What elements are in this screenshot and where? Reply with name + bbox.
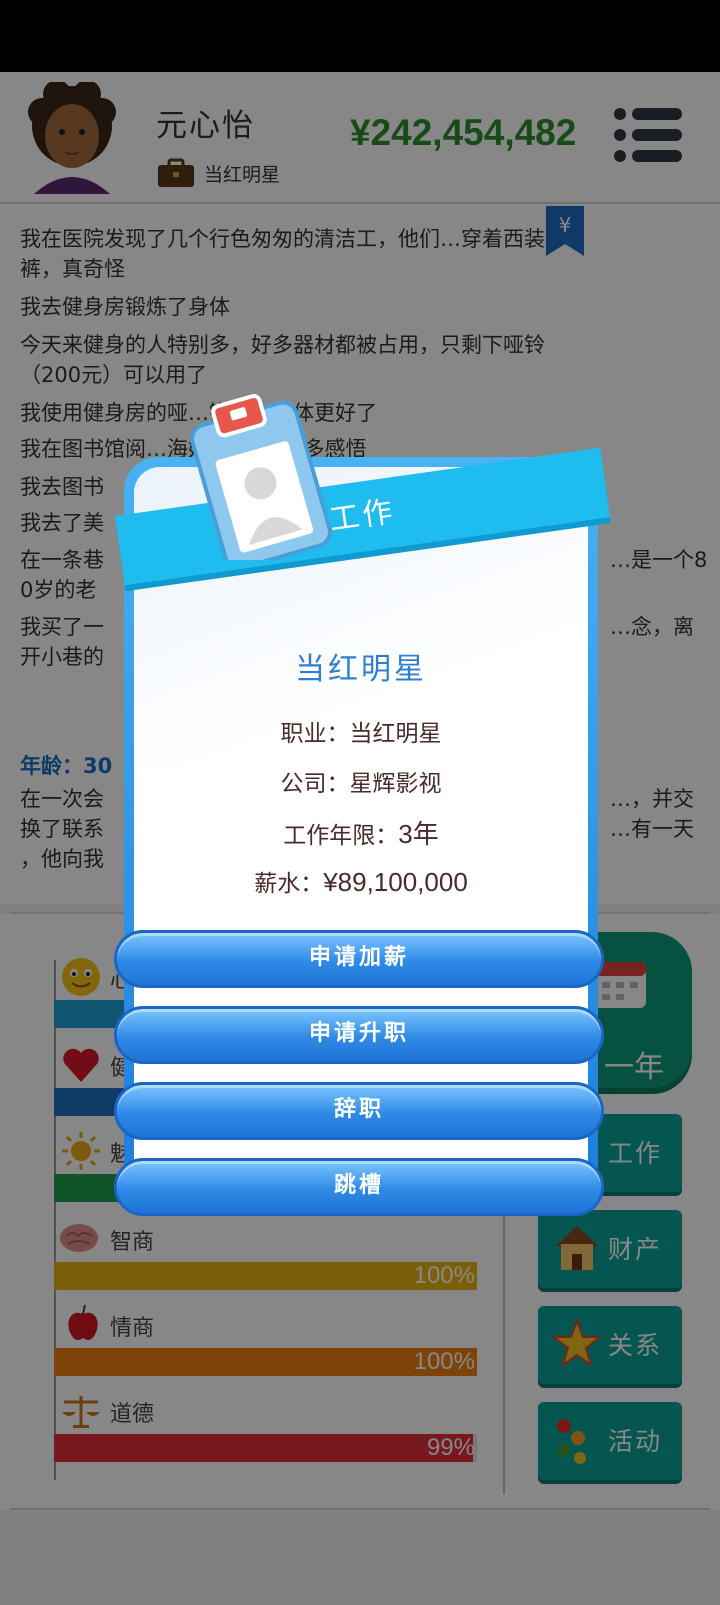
occupation-label: 职业：	[280, 721, 350, 747]
company-value: 星辉影视	[349, 771, 442, 797]
occupation-line: 职业：当红明星	[134, 714, 588, 748]
years-line: 工作年限：3年	[134, 814, 588, 851]
company-label: 公司：	[280, 771, 350, 797]
request-promotion-button[interactable]: 申请升职	[114, 1006, 604, 1064]
id-badge-icon	[190, 394, 333, 560]
job-hop-button[interactable]: 跳槽	[114, 1158, 604, 1216]
resign-button[interactable]: 辞职	[114, 1082, 604, 1140]
occupation-value: 当红明星	[349, 721, 442, 747]
company-line: 公司：星辉影视	[134, 764, 588, 798]
salary-line: 薪水：¥89,100,000	[134, 864, 588, 898]
years-label: 工作年限：	[283, 823, 399, 849]
years-value: 3年	[398, 819, 439, 849]
job-heading: 当红明星	[295, 652, 427, 687]
request-raise-button[interactable]: 申请加薪	[114, 930, 604, 988]
status-bar	[0, 0, 720, 72]
salary-label: 薪水：	[254, 871, 324, 897]
salary-value: ¥89,100,000	[323, 867, 468, 897]
